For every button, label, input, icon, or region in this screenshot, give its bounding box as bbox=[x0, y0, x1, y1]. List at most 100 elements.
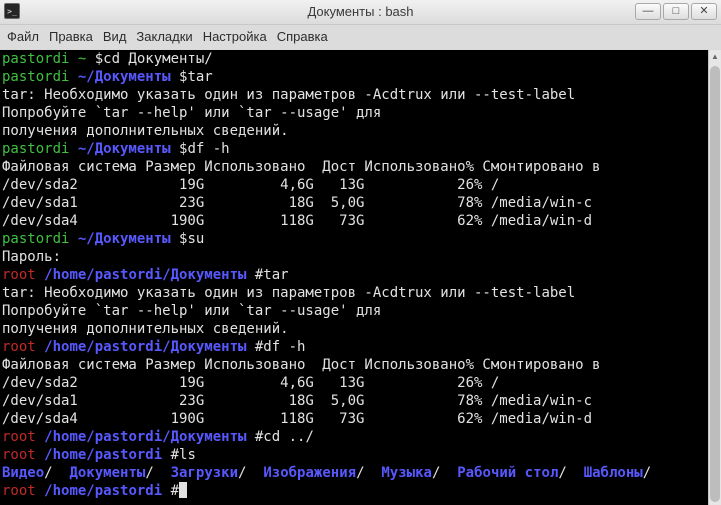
terminal-line: получения дополнительных сведений. bbox=[2, 320, 651, 338]
menu-view[interactable]: Вид bbox=[98, 25, 132, 49]
output-text: tar: Необходимо указать один из параметр… bbox=[2, 285, 576, 301]
output-text: /dev/sda1 23G 18G 5,0G 78% /media/win-c bbox=[2, 195, 593, 211]
output-text: /dev/sda1 23G 18G 5,0G 78% /media/win-c bbox=[2, 393, 593, 409]
output-text: #tar bbox=[254, 267, 289, 283]
terminal-lines: pastordi ~ $cd Документы/pastordi ~/Доку… bbox=[2, 50, 651, 500]
directory-name: Музыка bbox=[381, 465, 432, 481]
prompt-path: /home/pastordi bbox=[44, 483, 171, 499]
directory-name: Видео bbox=[2, 465, 45, 481]
terminal-line: root /home/pastordi/Документы #cd ../ bbox=[2, 428, 651, 446]
output-text: /dev/sda4 190G 118G 73G 62% /media/win-d bbox=[2, 411, 593, 427]
output-text: $tar bbox=[179, 69, 213, 85]
prompt-path: /home/pastordi/Документы bbox=[44, 429, 255, 445]
prompt-path: /home/pastordi/Документы bbox=[44, 339, 255, 355]
prompt-path: /home/pastordi bbox=[44, 447, 171, 463]
output-text: / bbox=[356, 465, 382, 481]
terminal-line: Видео/ Документы/ Загрузки/ Изображения/… bbox=[2, 464, 651, 482]
terminal-line: /dev/sda4 190G 118G 73G 62% /media/win-d bbox=[2, 212, 651, 230]
menu-settings[interactable]: Настройка bbox=[198, 25, 272, 49]
terminal-line: pastordi ~/Документы $df -h bbox=[2, 140, 651, 158]
output-text: $cd Документы/ bbox=[94, 51, 213, 67]
output-text: #df -h bbox=[254, 339, 306, 355]
title-bar[interactable]: >_ Документы : bash — □ ✕ bbox=[0, 0, 721, 25]
terminal-line: /dev/sda4 190G 118G 73G 62% /media/win-d bbox=[2, 410, 651, 428]
terminal-line: root /home/pastordi/Документы #df -h bbox=[2, 338, 651, 356]
output-text: / bbox=[558, 465, 584, 481]
output-text: Попробуйте `tar --help' или `tar --usage… bbox=[2, 303, 382, 319]
directory-name: Загрузки bbox=[170, 465, 239, 481]
directory-name: Шаблоны bbox=[583, 465, 643, 481]
directory-name: Документы bbox=[69, 465, 146, 481]
terminal-line: Пароль: bbox=[2, 248, 651, 266]
terminal-line: pastordi ~/Документы $tar bbox=[2, 68, 651, 86]
terminal-line: root /home/pastordi # bbox=[2, 482, 651, 500]
menu-bar: Файл Правка Вид Закладки Настройка Справ… bbox=[0, 25, 721, 49]
terminal-line: tar: Необходимо указать один из параметр… bbox=[2, 86, 651, 104]
output-text: tar: Необходимо указать один из параметр… bbox=[2, 87, 576, 103]
prompt-root: root bbox=[2, 339, 45, 355]
directory-name: Изображения bbox=[263, 465, 357, 481]
output-text: /dev/sda2 19G 4,6G 13G 26% / bbox=[2, 177, 500, 193]
minimize-button[interactable]: — bbox=[635, 3, 661, 20]
prompt-user: pastordi bbox=[2, 231, 78, 247]
menu-help[interactable]: Справка bbox=[272, 25, 333, 49]
terminal-line: /dev/sda2 19G 4,6G 13G 26% / bbox=[2, 176, 651, 194]
prompt-root: root bbox=[2, 483, 45, 499]
terminal-output[interactable]: pastordi ~ $cd Документы/pastordi ~/Доку… bbox=[0, 50, 708, 505]
text-cursor bbox=[179, 482, 188, 498]
terminal-line: /dev/sda1 23G 18G 5,0G 78% /media/win-c bbox=[2, 392, 651, 410]
output-text: получения дополнительных сведений. bbox=[2, 123, 289, 139]
terminal-line: pastordi ~/Документы $su bbox=[2, 230, 651, 248]
prompt-user: pastordi ~ bbox=[2, 51, 95, 67]
terminal-line: /dev/sda2 19G 4,6G 13G 26% / bbox=[2, 374, 651, 392]
close-icon: ✕ bbox=[699, 5, 709, 17]
prompt-path: ~/Документы bbox=[77, 141, 180, 157]
prompt-user: pastordi bbox=[2, 69, 78, 85]
output-text: Пароль: bbox=[2, 249, 62, 265]
vertical-scrollbar[interactable]: ▲ bbox=[708, 50, 721, 505]
window-controls: — □ ✕ bbox=[635, 3, 717, 20]
output-text: Попробуйте `tar --help' или `tar --usage… bbox=[2, 105, 382, 121]
terminal-line: Файловая система Размер Использовано Дос… bbox=[2, 158, 651, 176]
terminal-line: Попробуйте `tar --help' или `tar --usage… bbox=[2, 302, 651, 320]
close-button[interactable]: ✕ bbox=[691, 3, 717, 20]
prompt-root: root bbox=[2, 447, 45, 463]
output-text: / bbox=[642, 465, 652, 481]
scroll-up-icon[interactable]: ▲ bbox=[710, 51, 720, 63]
maximize-icon: □ bbox=[672, 5, 680, 17]
menu-file[interactable]: Файл bbox=[2, 25, 44, 49]
terminal-line: Попробуйте `tar --help' или `tar --usage… bbox=[2, 104, 651, 122]
output-text: #ls bbox=[170, 447, 196, 463]
output-text: Файловая система Размер Использовано Дос… bbox=[2, 357, 601, 373]
window-title: Документы : bash bbox=[307, 4, 414, 19]
terminal-line: tar: Необходимо указать один из параметр… bbox=[2, 284, 651, 302]
output-text: /dev/sda4 190G 118G 73G 62% /media/win-d bbox=[2, 213, 593, 229]
output-text: / bbox=[44, 465, 70, 481]
output-text: Файловая система Размер Использовано Дос… bbox=[2, 159, 601, 175]
output-text: / bbox=[431, 465, 458, 481]
terminal-line: root /home/pastordi #ls bbox=[2, 446, 651, 464]
terminal-line: /dev/sda1 23G 18G 5,0G 78% /media/win-c bbox=[2, 194, 651, 212]
prompt-user: pastordi bbox=[2, 141, 78, 157]
scrollbar-thumb[interactable] bbox=[710, 66, 720, 502]
terminal-line: pastordi ~ $cd Документы/ bbox=[2, 50, 651, 68]
prompt-root: root bbox=[2, 267, 45, 283]
output-text: $su bbox=[179, 231, 205, 247]
terminal-line: Файловая система Размер Использовано Дос… bbox=[2, 356, 651, 374]
maximize-button[interactable]: □ bbox=[663, 3, 689, 20]
prompt-root: root bbox=[2, 429, 45, 445]
prompt-path: ~/Документы bbox=[77, 231, 180, 247]
menu-bookmarks[interactable]: Закладки bbox=[131, 25, 197, 49]
menu-edit[interactable]: Правка bbox=[44, 25, 98, 49]
prompt-path: ~/Документы bbox=[77, 69, 180, 85]
output-text: #cd ../ bbox=[254, 429, 314, 445]
output-text: / bbox=[145, 465, 171, 481]
terminal-line: root /home/pastordi/Документы #tar bbox=[2, 266, 651, 284]
output-text: получения дополнительных сведений. bbox=[2, 321, 289, 337]
terminal-window: >_ Документы : bash — □ ✕ Файл Правка Ви… bbox=[0, 0, 721, 505]
output-text: /dev/sda2 19G 4,6G 13G 26% / bbox=[2, 375, 500, 391]
terminal-line: получения дополнительных сведений. bbox=[2, 122, 651, 140]
output-text: $df -h bbox=[179, 141, 230, 157]
output-text: # bbox=[170, 483, 180, 499]
output-text: / bbox=[238, 465, 264, 481]
